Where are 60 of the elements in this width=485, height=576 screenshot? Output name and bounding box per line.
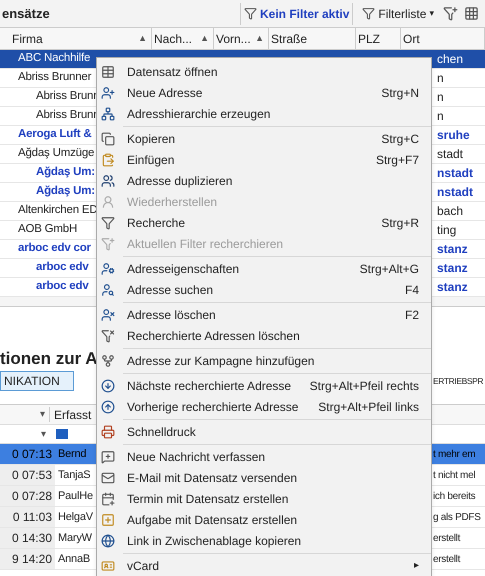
table-cell-text: Ağdaş Umzüge [17,146,94,162]
table-cell-text: n [437,70,445,87]
submenu-arrow-icon: ▸ [414,558,419,573]
table-cell-text: PaulHe [57,488,93,504]
table-cell-text: arboc edv [35,260,89,276]
table-cell-text: Ağdaş Um: [35,165,95,180]
table-cell-text: nstadt [437,165,474,182]
shortcut-label: Strg+C [381,130,419,148]
table-cell: 9 14:20 [0,549,55,569]
table-cell: 0 07:28 [0,486,55,506]
table-cell-text: stanz [437,279,469,296]
table-cell-text: HelgaV [57,510,93,525]
table-cell-text: arboc edv [35,279,89,294]
shortcut-label: F2 [404,306,419,324]
shortcut-label: Strg+R [381,214,419,232]
table-cell-text: stanz [437,241,469,258]
table-cell-text: nstadt [437,184,474,201]
table-cell-text: Ağdaş Um: [35,184,95,200]
table-cell-text: sruhe [437,127,471,144]
table-cell: 0 11:03 [0,507,55,527]
table-cell-text: Abriss Brunr [35,108,97,124]
table-cell-text: MaryW [57,530,92,546]
table-cell-text: ABC Nachhilfe [17,51,90,66]
shortcut-label: Strg+Alt+Pfeil rechts [310,378,419,394]
table-cell-text: ich bereits [433,490,476,504]
shortcut-label: Strg+N [381,84,419,102]
section-label: ERTRIEBSPR [433,374,484,388]
table-cell-text: Aeroga Luft & [17,127,92,142]
table-cell-text: arboc edv cor [17,241,91,256]
shortcut-label: F4 [404,282,419,298]
table-cell-text: stadt [437,146,464,163]
caret-icon: ▾ [429,6,434,20]
table-cell-text: g als PDFS [433,510,482,524]
table-cell-text: AOB GmbH [17,222,78,238]
shortcut-label: Strg+Alt+Pfeil links [318,398,419,416]
table-cell-text: Abriss Brunner [17,70,92,86]
table-cell-text: erstellt [433,532,462,546]
section-heading: tionen zur A [0,349,98,369]
panel-title: ensätze [2,4,51,23]
table-cell-text: 0 07:13 [10,446,53,463]
shortcut-label: Strg+F7 [376,152,419,168]
table-cell-text: AnnaB [57,552,90,567]
table-cell-text: erstellt [433,552,462,566]
table-cell-text: n [437,89,445,106]
table-cell-text: TanjaS [57,468,90,483]
table-cell-text: ting [437,222,458,239]
shortcut-label: Strg+Alt+G [360,260,419,278]
table-cell-text: t nicht mel [433,468,476,482]
sort-icon: ▲ [138,32,149,46]
sort-icon: ▲ [200,32,211,46]
table-cell-text: chen [437,51,464,68]
table-cell-text: n [437,108,445,125]
table-cell-text: t mehr em [433,448,476,462]
table-cell: 0 14:30 [0,528,55,548]
table-cell-text: bach [437,203,464,220]
sort-icon: ▲ [255,32,266,46]
table-cell: 0 07:53 [0,465,55,485]
table-cell-text: Abriss Brunr [35,89,97,104]
table-cell-text: Bernd [57,446,86,462]
table-cell-text: stanz [437,260,469,277]
